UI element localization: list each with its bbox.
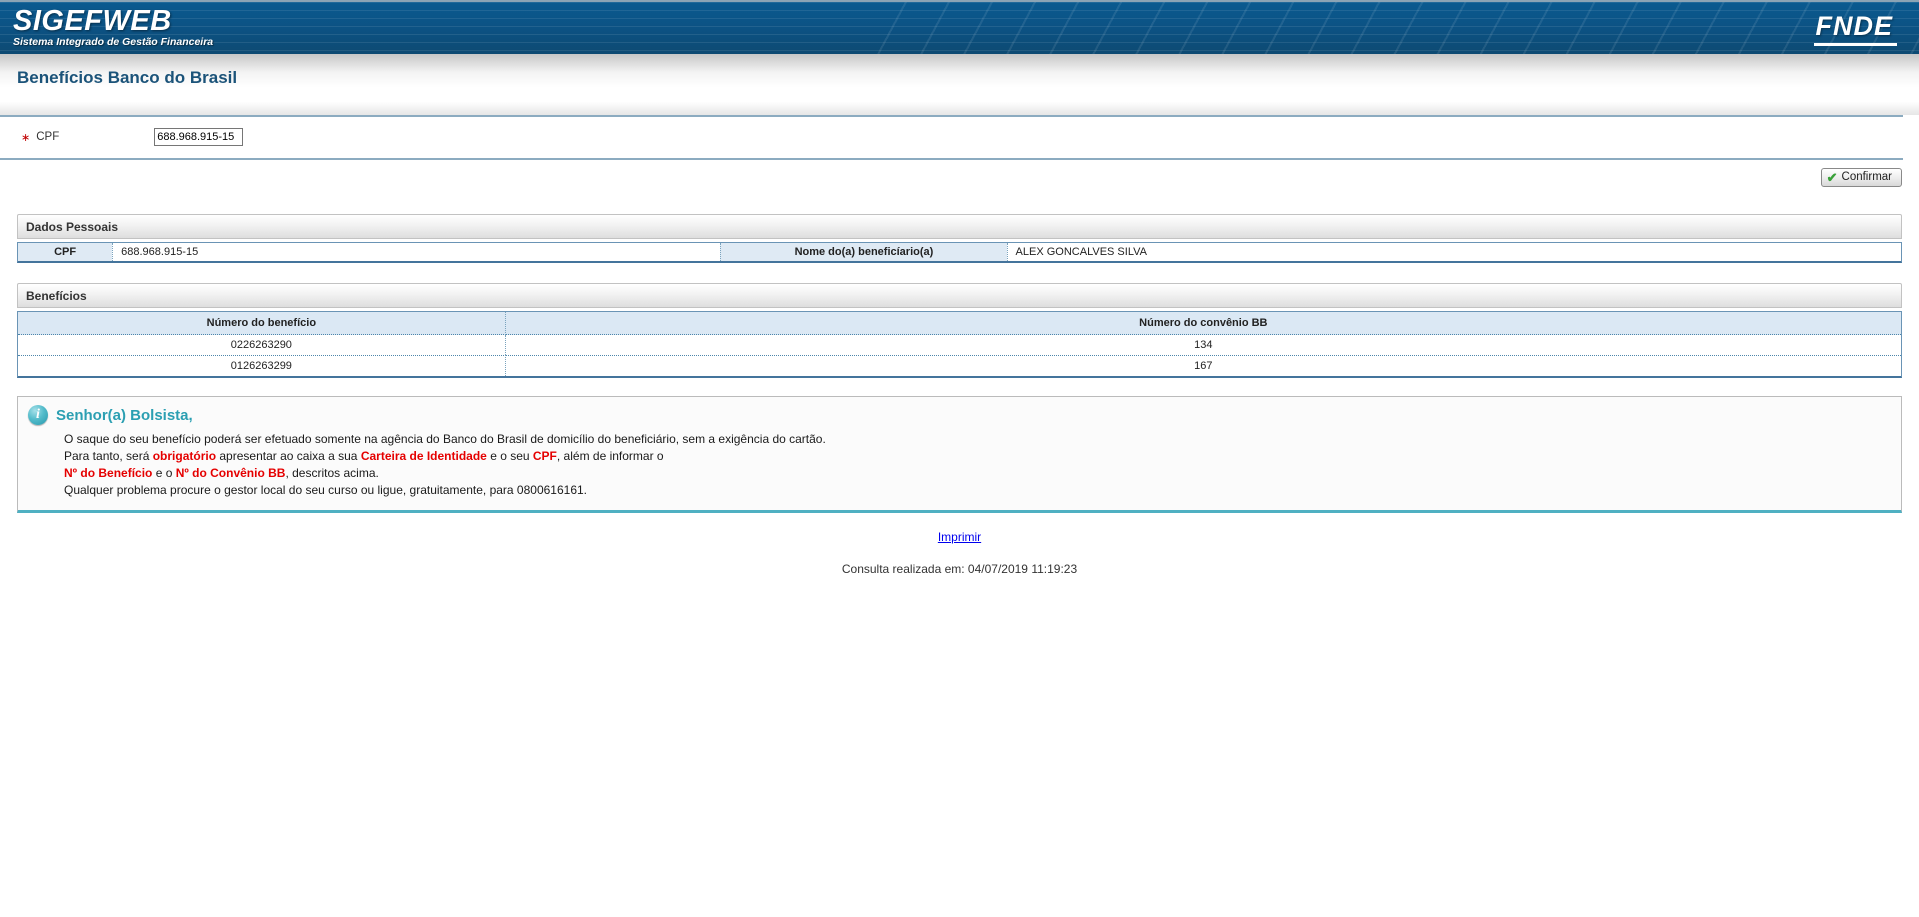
- app-subtitle: Sistema Integrado de Gestão Financeira: [13, 36, 213, 48]
- confirm-button[interactable]: ✔ Confirmar: [1821, 168, 1902, 187]
- personal-data-row: CPF 688.968.915-15 Nome do(a) beneficíar…: [17, 242, 1902, 263]
- beneficiary-name-value: ALEX GONCALVES SILVA: [1007, 243, 1901, 261]
- notice-text-highlight: obrigatório: [153, 449, 216, 463]
- beneficiary-name-label: Nome do(a) beneficíario(a): [720, 243, 1006, 261]
- cpf-label: CPF: [36, 131, 154, 143]
- notice-line: Para tanto, será obrigatório apresentar …: [64, 448, 1891, 465]
- notice-line: O saque do seu benefício poderá ser efet…: [64, 431, 1891, 448]
- column-header-benefit-number: Número do benefício: [18, 312, 506, 335]
- sigefweb-logo: SIGEFWEB Sistema Integrado de Gestão Fin…: [13, 6, 213, 48]
- info-icon: i: [28, 405, 48, 425]
- notice-text-highlight: CPF: [533, 449, 557, 463]
- agreement-number-cell: 167: [506, 355, 1901, 376]
- query-timestamp: Consulta realizada em: 04/07/2019 11:19:…: [17, 562, 1902, 576]
- notice-title: Senhor(a) Bolsista,: [56, 407, 193, 424]
- notice-text: e o seu: [487, 449, 533, 463]
- confirm-button-label: Confirmar: [1842, 171, 1892, 183]
- benefit-number-cell: 0126263299: [18, 355, 506, 376]
- notice-text: Para tanto, será: [64, 449, 153, 463]
- button-row: ✔ Confirmar: [0, 160, 1919, 198]
- cpf-cell-value: 688.968.915-15: [112, 243, 720, 261]
- personal-data-panel: Dados Pessoais CPF 688.968.915-15 Nome d…: [17, 214, 1902, 263]
- notice-text-highlight: Carteira de Identidade: [361, 449, 487, 463]
- benefits-table: Número do benefício Número do convênio B…: [17, 311, 1902, 378]
- cpf-form-row: ∗ CPF: [0, 117, 1919, 158]
- print-row: Imprimir: [17, 528, 1902, 546]
- cpf-cell-label: CPF: [18, 243, 112, 261]
- notice-head: i Senhor(a) Bolsista,: [28, 405, 1891, 425]
- benefit-number-cell: 0226263290: [18, 335, 506, 355]
- notice-body: O saque do seu benefício poderá ser efet…: [64, 431, 1891, 499]
- notice-line: Qualquer problema procure o gestor local…: [64, 482, 1891, 499]
- fnde-logo: FNDE: [1814, 11, 1898, 46]
- column-header-agreement-number: Número do convênio BB: [506, 312, 1901, 335]
- notice-text: , além de informar o: [557, 449, 664, 463]
- page-title: Benefícios Banco do Brasil: [17, 68, 1919, 88]
- required-marker: ∗: [21, 131, 30, 144]
- personal-data-header: Dados Pessoais: [17, 214, 1902, 239]
- notice-text-highlight: Nº do Convênio BB: [176, 466, 286, 480]
- print-link[interactable]: Imprimir: [938, 530, 981, 544]
- notice-line: Nº do Benefício e o Nº do Convênio BB, d…: [64, 465, 1891, 482]
- agreement-number-cell: 134: [506, 335, 1901, 355]
- scholarship-notice-box: i Senhor(a) Bolsista, O saque do seu ben…: [17, 396, 1902, 513]
- notice-text: , descritos acima.: [285, 466, 378, 480]
- benefits-panel: Benefícios Número do benefício Número do…: [17, 283, 1902, 378]
- notice-text: e o: [152, 466, 175, 480]
- notice-text: apresentar ao caixa a sua: [216, 449, 361, 463]
- title-band: Benefícios Banco do Brasil: [0, 54, 1919, 115]
- app-name: SIGEFWEB: [13, 6, 213, 36]
- app-banner: SIGEFWEB Sistema Integrado de Gestão Fin…: [0, 0, 1919, 54]
- table-row: 0226263290 134: [18, 335, 1901, 355]
- table-row: 0126263299 167: [18, 355, 1901, 376]
- notice-text-highlight: Nº do Benefício: [64, 466, 152, 480]
- check-icon: ✔: [1827, 172, 1838, 183]
- benefits-header: Benefícios: [17, 283, 1902, 308]
- benefits-table-header-row: Número do benefício Número do convênio B…: [18, 312, 1901, 335]
- cpf-input[interactable]: [154, 128, 243, 146]
